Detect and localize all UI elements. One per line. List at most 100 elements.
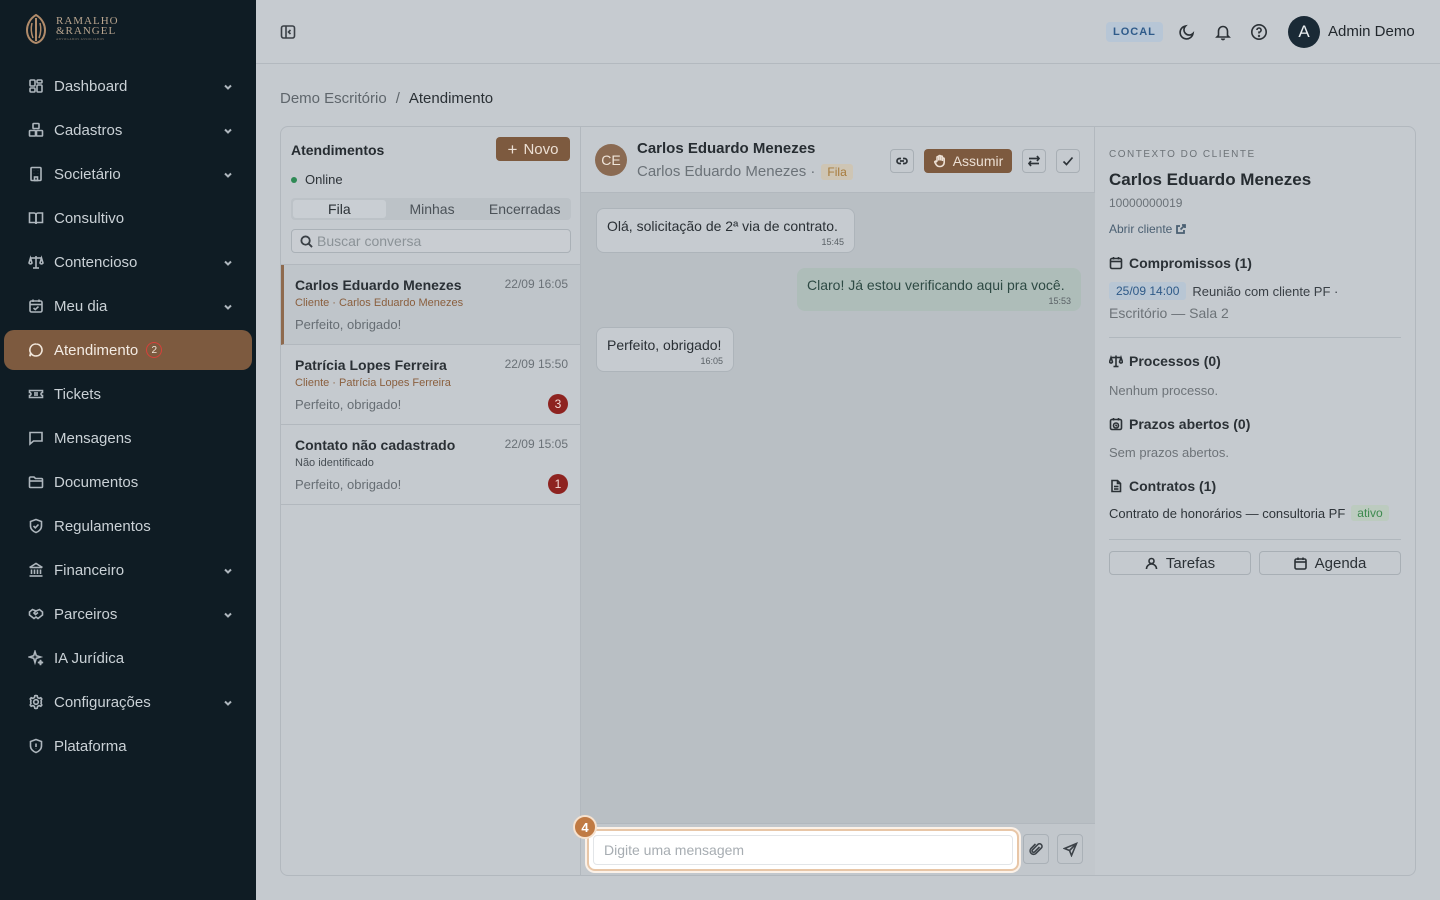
tab-fila[interactable]: Fila bbox=[293, 200, 386, 218]
moon-icon[interactable] bbox=[1178, 23, 1196, 41]
new-conversation-button[interactable]: + Novo bbox=[496, 137, 570, 161]
sidebar-item-cadastros[interactable]: Cadastros bbox=[4, 110, 252, 150]
assumir-label: Assumir bbox=[952, 153, 1004, 169]
hand-icon bbox=[933, 154, 945, 168]
message-input[interactable] bbox=[593, 835, 1013, 865]
chevron-down-icon[interactable] bbox=[222, 256, 234, 268]
sidebar-item-atendimento[interactable]: Atendimento 2 bbox=[4, 330, 252, 370]
contact-sub-name: Carlos Eduardo Menezes · bbox=[637, 163, 816, 180]
contrato-status-badge: ativo bbox=[1351, 505, 1389, 521]
sidebar-item-dashboard[interactable]: Dashboard bbox=[4, 66, 252, 106]
conversation-preview: Perfeito, obrigado! bbox=[295, 397, 402, 412]
breadcrumb-root[interactable]: Demo Escritório bbox=[280, 90, 387, 107]
avatar[interactable]: A bbox=[1288, 16, 1320, 48]
sidebar-toggle-icon[interactable] bbox=[280, 24, 296, 40]
link-button[interactable] bbox=[890, 149, 914, 173]
sidebar-item-mensagens[interactable]: Mensagens bbox=[4, 418, 252, 458]
sidebar-item-contencioso[interactable]: Contencioso bbox=[4, 242, 252, 282]
chevron-down-icon[interactable] bbox=[222, 696, 234, 708]
agenda-button[interactable]: Agenda bbox=[1259, 551, 1401, 575]
check-icon bbox=[1062, 156, 1074, 166]
building-icon bbox=[28, 166, 44, 182]
open-client-link[interactable]: Abrir cliente bbox=[1109, 222, 1187, 236]
chevron-down-icon[interactable] bbox=[222, 80, 234, 92]
sidebar-item-consultivo[interactable]: Consultivo bbox=[4, 198, 252, 238]
client-name: Carlos Eduardo Menezes bbox=[1109, 170, 1312, 189]
chevron-down-icon[interactable] bbox=[222, 608, 234, 620]
scale-icon bbox=[1109, 354, 1123, 368]
user-name[interactable]: Admin Demo bbox=[1328, 23, 1415, 40]
client-id: 10000000019 bbox=[1109, 196, 1183, 210]
tab-minhas[interactable]: Minhas bbox=[386, 198, 479, 220]
compromisso-desc: Reunião com cliente PF · bbox=[1192, 283, 1339, 299]
sidebar-item-label: Consultivo bbox=[54, 209, 125, 227]
tarefas-button[interactable]: Tarefas bbox=[1109, 551, 1251, 575]
chevron-down-icon[interactable] bbox=[222, 124, 234, 136]
conversation-item[interactable]: Contato não cadastrado 22/09 15:05 Não i… bbox=[281, 425, 580, 505]
sidebar-item-configuracoes[interactable]: Configurações bbox=[4, 682, 252, 722]
conversation-item[interactable]: Patrícia Lopes Ferreira 22/09 15:50 Clie… bbox=[281, 345, 580, 425]
tab-encerradas[interactable]: Encerradas bbox=[478, 198, 571, 220]
compromisso-item[interactable]: 25/09 14:00 Reunião com cliente PF · bbox=[1109, 282, 1338, 300]
sidebar-item-societario[interactable]: Societário bbox=[4, 154, 252, 194]
sidebar-item-label: Mensagens bbox=[54, 429, 132, 447]
scale-icon bbox=[28, 254, 44, 270]
folder-icon bbox=[28, 474, 44, 490]
sidebar-item-badge: 2 bbox=[146, 342, 163, 358]
compromisso-date: 25/09 14:00 bbox=[1109, 282, 1187, 300]
online-status[interactable]: Online bbox=[291, 172, 343, 187]
assumir-button[interactable]: Assumir bbox=[924, 149, 1012, 173]
messages-area: Olá, solicitação de 2ª via de contrato. … bbox=[581, 193, 1095, 823]
message-time: 15:53 bbox=[1048, 296, 1071, 306]
external-link-icon bbox=[1176, 224, 1187, 234]
plus-icon: + bbox=[507, 139, 518, 159]
sidebar-nav: Dashboard Cadastros Societário Consultivo Co… bbox=[4, 66, 252, 770]
divider bbox=[1109, 337, 1401, 338]
transfer-button[interactable] bbox=[1022, 149, 1046, 173]
brand-logo[interactable]: RAMALHO &RANGEL ADVOGADOS ASSOCIADOS bbox=[24, 14, 119, 44]
close-conversation-button[interactable] bbox=[1056, 149, 1080, 173]
search-input[interactable] bbox=[317, 233, 557, 249]
context-label: CONTEXTO DO CLIENTE bbox=[1109, 149, 1256, 160]
sidebar-item-label: Configurações bbox=[54, 693, 151, 711]
breadcrumb: Demo Escritório / Atendimento bbox=[280, 90, 493, 107]
calendar-icon bbox=[1109, 257, 1123, 270]
client-context-column: CONTEXTO DO CLIENTE Carlos Eduardo Menez… bbox=[1095, 127, 1415, 875]
divider bbox=[1109, 539, 1401, 540]
bell-icon[interactable] bbox=[1214, 23, 1232, 41]
sidebar-item-financeiro[interactable]: Financeiro bbox=[4, 550, 252, 590]
conversation-subtitle: Cliente · Patrícia Lopes Ferreira bbox=[295, 377, 451, 389]
conversation-subtitle: Não identificado bbox=[295, 457, 374, 469]
logo-mark-icon bbox=[25, 14, 47, 44]
conversation-tabs: Fila Minhas Encerradas bbox=[291, 198, 571, 220]
user-icon bbox=[1145, 557, 1158, 569]
conversation-time: 22/09 15:50 bbox=[504, 357, 568, 371]
calendar-clock-icon bbox=[1109, 418, 1123, 431]
contrato-item[interactable]: Contrato de honorários — consultoria PF … bbox=[1109, 505, 1389, 521]
chevron-down-icon[interactable] bbox=[222, 168, 234, 180]
boxes-icon bbox=[28, 122, 44, 138]
send-button[interactable] bbox=[1057, 834, 1083, 864]
conversation-item[interactable]: Carlos Eduardo Menezes 22/09 16:05 Clien… bbox=[281, 265, 580, 345]
conversation-subtitle: Cliente · Carlos Eduardo Menezes bbox=[295, 297, 464, 309]
chevron-down-icon[interactable] bbox=[222, 300, 234, 312]
sidebar-item-meu-dia[interactable]: Meu dia bbox=[4, 286, 252, 326]
sidebar-item-parceiros[interactable]: Parceiros bbox=[4, 594, 252, 634]
prazos-title: Prazos abertos (0) bbox=[1109, 416, 1250, 432]
sidebar-item-tickets[interactable]: Tickets bbox=[4, 374, 252, 414]
calendar-icon bbox=[1293, 557, 1307, 570]
sidebar-item-plataforma[interactable]: Plataforma bbox=[4, 726, 252, 766]
sidebar-item-ia-juridica[interactable]: IA Jurídica bbox=[4, 638, 252, 678]
list-title: Atendimentos bbox=[291, 142, 385, 158]
chat-column: CE Carlos Eduardo Menezes Carlos Eduardo… bbox=[573, 127, 1095, 875]
sidebar-item-regulamentos[interactable]: Regulamentos bbox=[4, 506, 252, 546]
unread-badge: 1 bbox=[548, 474, 568, 494]
chevron-down-icon[interactable] bbox=[222, 564, 234, 576]
help-icon[interactable] bbox=[1250, 23, 1268, 41]
step-badge: 4 bbox=[573, 815, 597, 839]
attach-button[interactable] bbox=[1023, 834, 1049, 864]
env-badge: LOCAL bbox=[1106, 22, 1163, 42]
sidebar-item-documentos[interactable]: Documentos bbox=[4, 462, 252, 502]
contact-subtitle: Carlos Eduardo Menezes · Fila bbox=[637, 163, 853, 180]
contact-avatar: CE bbox=[595, 144, 627, 176]
